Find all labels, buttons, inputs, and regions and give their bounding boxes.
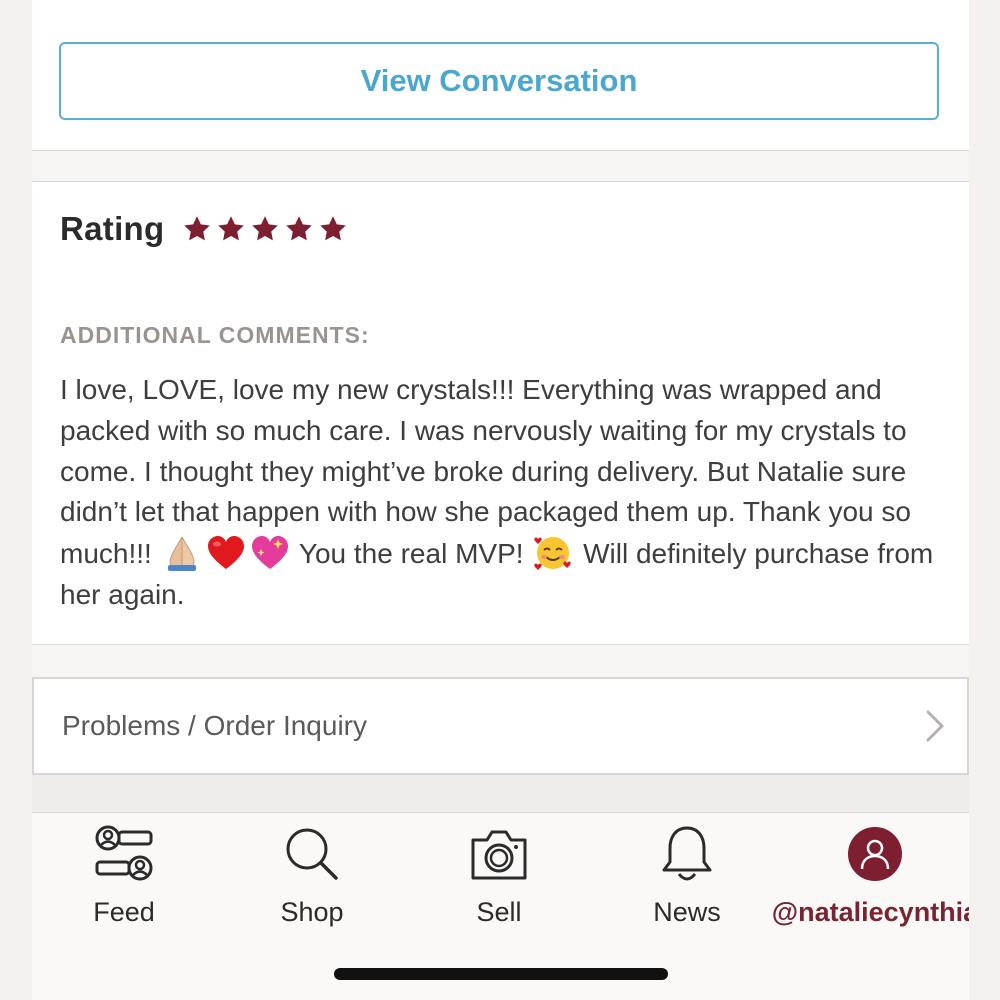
- background-band: [32, 775, 969, 812]
- conversation-section: View Conversation: [32, 0, 969, 150]
- star-icon: [218, 216, 245, 241]
- bell-icon: [662, 826, 712, 881]
- section-divider: [32, 644, 969, 678]
- tab-feed[interactable]: Feed: [34, 823, 214, 928]
- tab-news-label: News: [653, 897, 721, 927]
- tab-profile[interactable]: @nataliecynthia: [765, 823, 969, 928]
- tab-shop[interactable]: Shop: [222, 823, 402, 928]
- view-conversation-button[interactable]: View Conversation: [59, 42, 939, 120]
- search-icon: [286, 828, 338, 880]
- tab-shop-label: Shop: [280, 897, 344, 927]
- star-icon: [184, 216, 211, 241]
- section-divider: [32, 150, 969, 182]
- problems-order-inquiry-row[interactable]: Problems / Order Inquiry: [32, 677, 969, 775]
- rating-label: Rating: [60, 210, 165, 247]
- star-rating: [182, 214, 348, 244]
- review-section: Rating ADDITIONAL COMMENTS: I love, LOVE…: [32, 182, 969, 644]
- praying-hands-emoji: [167, 536, 196, 572]
- screen: View Conversation Rating ADDITIONAL COMM…: [32, 0, 969, 1000]
- tab-sell-label: Sell: [476, 897, 522, 927]
- tab-sell[interactable]: Sell: [409, 823, 589, 928]
- avatar: [848, 827, 902, 881]
- comment-text-part2: You the real MVP!: [291, 538, 532, 570]
- rating-row: Rating: [60, 210, 348, 248]
- sparkling-heart-emoji: [251, 536, 288, 570]
- camera-icon: [471, 830, 527, 880]
- inquiry-label: Problems / Order Inquiry: [62, 710, 367, 741]
- tab-feed-label: Feed: [93, 897, 155, 927]
- chevron-right-icon: [926, 710, 944, 742]
- tab-news[interactable]: News: [597, 823, 777, 928]
- user-icon: [860, 839, 890, 870]
- review-comment: I love, LOVE, love my new crystals!!! Ev…: [60, 370, 945, 616]
- star-icon: [252, 216, 279, 241]
- star-icon: [286, 216, 313, 241]
- home-indicator[interactable]: [334, 968, 668, 980]
- additional-comments-label: ADDITIONAL COMMENTS:: [60, 322, 370, 348]
- tab-profile-label: @nataliecynthia: [771, 897, 969, 927]
- smiling-face-with-hearts-emoji: [534, 537, 571, 571]
- star-icon: [320, 216, 347, 241]
- feed-icon: [95, 825, 153, 881]
- red-heart-emoji: [207, 536, 244, 570]
